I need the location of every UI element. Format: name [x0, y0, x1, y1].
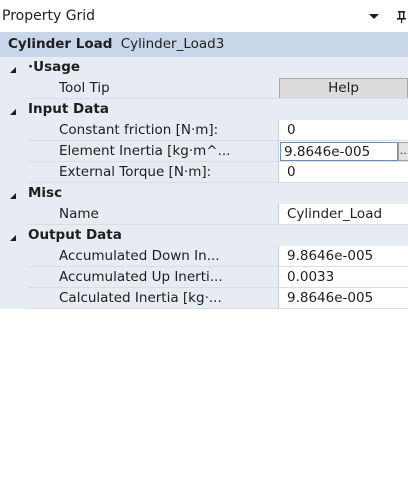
collapse-icon[interactable]: [8, 231, 18, 241]
property-name: Element Inertia [kg·m^...: [28, 141, 278, 162]
category-row-usage[interactable]: ·Usage: [0, 57, 408, 78]
property-row-tool-tip[interactable]: Tool Tip Help: [0, 78, 408, 99]
category-row-misc[interactable]: Misc: [0, 183, 408, 204]
property-grid-panel: Property Grid Cylinder Load Cylinder_Loa…: [0, 0, 408, 489]
collapse-icon[interactable]: [8, 189, 18, 199]
row-divider: [28, 308, 408, 309]
property-value[interactable]: 0: [279, 120, 408, 141]
selected-object-header: Cylinder Load Cylinder_Load3: [0, 32, 408, 57]
category-label: ·Usage: [28, 59, 81, 75]
triangle-down-icon: [369, 14, 379, 19]
property-name: Calculated Inertia [kg·...: [28, 288, 278, 309]
property-row-name[interactable]: Name Cylinder_Load: [0, 204, 408, 225]
pin-button[interactable]: [393, 8, 408, 24]
property-value[interactable]: Cylinder_Load: [279, 204, 408, 225]
collapse-icon[interactable]: [8, 105, 18, 115]
panel-title: Property Grid: [2, 8, 96, 24]
category-label: Output Data: [28, 227, 122, 243]
property-value[interactable]: 9.8646e-005: [279, 288, 408, 309]
property-name: Name: [28, 204, 278, 225]
category-row-output-data[interactable]: Output Data: [0, 225, 408, 246]
property-name: Tool Tip: [28, 78, 278, 99]
property-value[interactable]: 0.0033: [279, 267, 408, 288]
property-value[interactable]: 0: [279, 162, 408, 183]
panel-titlebar: Property Grid: [0, 0, 408, 32]
window-position-dropdown-button[interactable]: [366, 8, 382, 24]
property-name: Constant friction [N·m]:: [28, 120, 278, 141]
property-row-accumulated-down-inertia[interactable]: Accumulated Down In... 9.8646e-005: [0, 246, 408, 267]
category-row-input-data[interactable]: Input Data: [0, 99, 408, 120]
property-value[interactable]: 9.8646e-005: [279, 246, 408, 267]
help-button[interactable]: Help: [279, 78, 408, 99]
property-row-element-inertia[interactable]: Element Inertia [kg·m^... 9.8646e-005 ..…: [0, 141, 408, 162]
property-grid: ·Usage Tool Tip Help Input Data Constant…: [0, 57, 408, 309]
grid-empty-area: [0, 331, 408, 489]
property-row-constant-friction[interactable]: Constant friction [N·m]: 0: [0, 120, 408, 141]
category-label: Misc: [28, 185, 63, 201]
property-row-external-torque[interactable]: External Torque [N·m]: 0: [0, 162, 408, 183]
property-name: Accumulated Down In...: [28, 246, 278, 267]
property-name: Accumulated Up Inerti...: [28, 267, 278, 288]
object-name-label: Cylinder_Load3: [120, 36, 225, 52]
category-label: Input Data: [28, 101, 109, 117]
property-value-input[interactable]: 9.8646e-005: [280, 142, 398, 161]
property-name: External Torque [N·m]:: [28, 162, 278, 183]
object-type-label: Cylinder Load: [8, 36, 113, 52]
property-row-accumulated-up-inertia[interactable]: Accumulated Up Inerti... 0.0033: [0, 267, 408, 288]
ellipsis-button[interactable]: ...: [398, 142, 408, 161]
property-row-calculated-inertia[interactable]: Calculated Inertia [kg·... 9.8646e-005: [0, 288, 408, 309]
pin-icon: [397, 11, 406, 23]
collapse-icon[interactable]: [8, 63, 18, 73]
